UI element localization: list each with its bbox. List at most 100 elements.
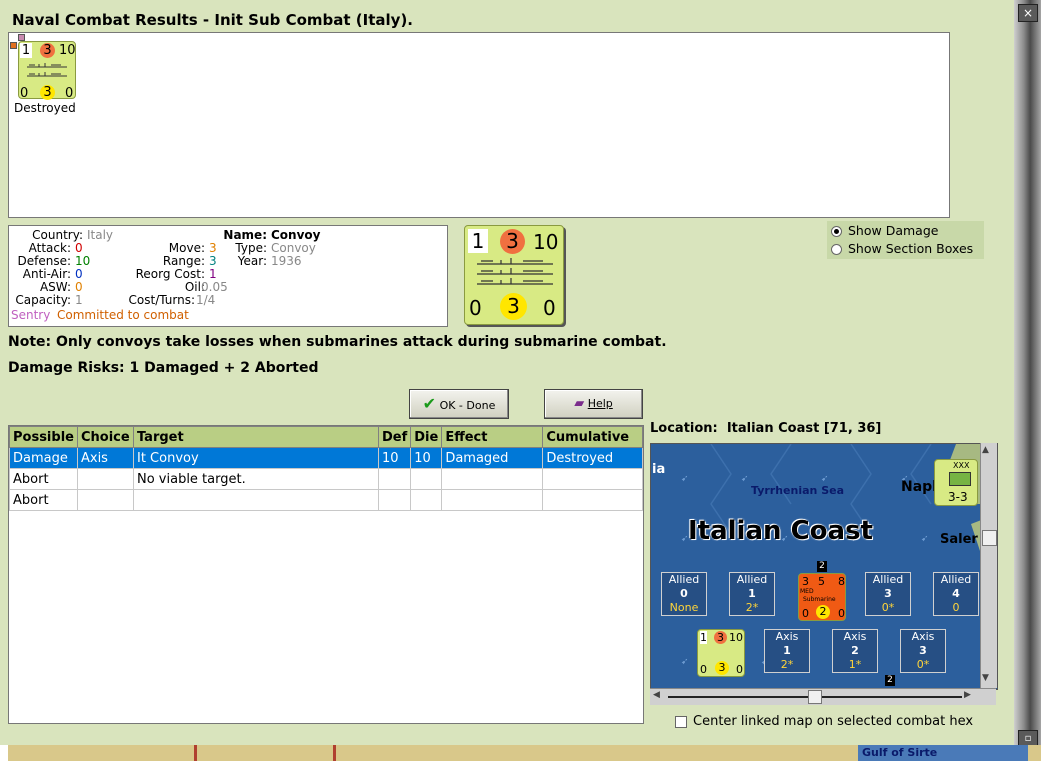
column-header[interactable]: Cumulative xyxy=(542,426,643,448)
table-cell: Destroyed xyxy=(542,447,643,469)
linked-map-view[interactable]: ➹➹ ➹➹ ➹➹ ➹➹ ➹➹ ➹➹ ia Tyrrhenian Sea Napl… xyxy=(650,443,998,690)
axis-section-box[interactable]: Axis 1 2* xyxy=(764,629,810,673)
column-header[interactable]: Choice xyxy=(76,426,134,448)
close-icon[interactable]: × xyxy=(1018,4,1038,22)
counter-bottom-right: 0 xyxy=(65,86,74,101)
box-number: 2 xyxy=(851,644,859,657)
checkbox-icon[interactable] xyxy=(675,715,687,728)
help-button[interactable]: ▰ Help xyxy=(544,389,643,419)
counter-bottom-mid: 3 xyxy=(500,293,527,320)
ship-icon xyxy=(27,63,67,77)
city-name: Napl xyxy=(901,479,937,495)
allied-section-box[interactable]: Allied 0 None xyxy=(661,572,707,616)
corps-counter[interactable]: XXX 3-3 xyxy=(934,459,978,506)
box-side: Axis xyxy=(911,630,935,643)
convoy-range: 10 xyxy=(729,631,743,644)
scroll-thumb[interactable] xyxy=(982,530,997,546)
column-header[interactable]: Target xyxy=(132,426,379,448)
counter-bottom-left: 0 xyxy=(469,296,482,320)
table-cell xyxy=(542,489,643,511)
sentry-status: Sentry xyxy=(11,308,51,322)
box-side: Allied xyxy=(668,573,700,586)
radio-unselected-icon[interactable] xyxy=(831,244,842,255)
sub-range: 8 xyxy=(838,575,845,588)
map-edge-label: ia xyxy=(652,462,666,477)
scroll-up-icon[interactable]: ▲ xyxy=(982,445,989,455)
country-value: Italy xyxy=(87,228,114,242)
column-header[interactable]: Def xyxy=(377,426,412,448)
column-header[interactable]: Possible xyxy=(9,426,78,448)
scroll-right-icon[interactable]: ▶ xyxy=(964,690,971,700)
scroll-left-icon[interactable]: ◀ xyxy=(653,690,660,700)
sea-name: Tyrrhenian Sea xyxy=(751,484,845,497)
sub-bottom-left: 0 xyxy=(802,607,809,620)
show-section-boxes-label: Show Section Boxes xyxy=(848,241,974,256)
table-row[interactable]: Abort No viable target. xyxy=(9,468,643,490)
allied-section-box[interactable]: Allied 3 0* xyxy=(865,572,911,616)
sub-bottom-right: 0 xyxy=(838,607,845,620)
box-side: Allied xyxy=(940,573,972,586)
show-section-boxes-option[interactable]: Show Section Boxes xyxy=(831,241,973,256)
table-cell xyxy=(410,489,443,511)
map-vertical-scrollbar[interactable]: ▲ ▼ xyxy=(980,443,997,688)
show-damage-option[interactable]: Show Damage xyxy=(831,223,938,238)
axis-section-box[interactable]: Axis 3 0* xyxy=(900,629,946,673)
axis-section-box[interactable]: Axis 2 1* xyxy=(832,629,878,673)
allied-section-box[interactable]: Allied 4 0 xyxy=(933,572,979,616)
scroll-down-icon[interactable]: ▼ xyxy=(982,673,989,683)
capacity-value: 1 xyxy=(75,293,83,307)
box-value: 0* xyxy=(881,601,895,614)
box-side: Axis xyxy=(775,630,799,643)
radio-selected-icon[interactable] xyxy=(831,226,842,237)
box-side: Allied xyxy=(736,573,768,586)
box-side: Allied xyxy=(872,573,904,586)
table-row[interactable]: Abort xyxy=(9,489,643,511)
box-number: 1 xyxy=(783,644,791,657)
year-value: 1936 xyxy=(271,254,302,268)
counter-range: 10 xyxy=(59,43,76,58)
city-name: Saler xyxy=(940,532,978,547)
stack-count-badge: 2 xyxy=(885,675,895,686)
map-horizontal-scrollbar[interactable]: ◀ ▶ xyxy=(650,688,996,705)
help-label: Help xyxy=(587,397,613,410)
map-border-line xyxy=(194,745,197,761)
location-value: Italian Coast [71, 36] xyxy=(726,421,882,436)
convoy-bottom-left: 0 xyxy=(700,663,707,676)
window-title: Naval Combat Results - Init Sub Combat (… xyxy=(12,11,414,29)
location-label: Location: xyxy=(650,421,718,436)
ship-icon xyxy=(477,258,553,285)
combat-note: Note: Only convoys take losses when subm… xyxy=(8,334,667,350)
counter-defense: 3 xyxy=(500,229,525,254)
table-cell: Abort xyxy=(9,489,78,511)
convoy-counter[interactable]: 1 3 10 0 3 0 xyxy=(697,629,745,677)
submarine-counter[interactable]: 3 5 8 MED Submarine 0 2 0 xyxy=(798,573,846,621)
table-cell: No viable target. xyxy=(132,468,379,490)
costturns-value: 1/4 xyxy=(196,293,216,307)
center-map-option[interactable]: Center linked map on selected combat hex xyxy=(675,714,973,729)
combat-table: Possible Choice Target Def Die Effect Cu… xyxy=(9,426,643,511)
table-cell: Abort xyxy=(9,468,78,490)
result-status: Destroyed xyxy=(14,101,76,115)
unit-counter-large: 1 3 10 0 3 0 xyxy=(464,225,564,325)
table-cell xyxy=(377,489,412,511)
result-unit-counter[interactable]: 1 3 10 0 3 0 xyxy=(18,41,76,101)
counter-bottom-mid: 3 xyxy=(40,85,55,100)
box-value: 0 xyxy=(952,601,960,614)
unit-info-panel: Country: Italy Attack: 0 Defense: 10 Ant… xyxy=(8,225,448,327)
combat-table-panel: Possible Choice Target Def Die Effect Cu… xyxy=(8,425,644,724)
scroll-thumb[interactable] xyxy=(808,690,822,704)
ok-done-button[interactable]: ✔ OK - Done xyxy=(409,389,509,419)
table-row[interactable]: Damage Axis It Convoy 10 10 Damaged Dest… xyxy=(9,447,643,469)
scroll-left-icon[interactable] xyxy=(0,745,8,761)
column-header[interactable]: Die xyxy=(410,426,443,448)
box-side: Axis xyxy=(843,630,867,643)
corps-size: XXX xyxy=(953,461,970,470)
table-cell: Axis xyxy=(76,447,134,469)
book-icon: ▰ xyxy=(574,396,585,411)
convoy-defense: 3 xyxy=(714,631,727,644)
box-value: 2* xyxy=(745,601,759,614)
svg-text:➹: ➹ xyxy=(681,657,689,667)
table-cell xyxy=(441,468,544,490)
allied-section-box[interactable]: Allied 1 2* xyxy=(729,572,775,616)
column-header[interactable]: Effect xyxy=(441,426,544,448)
